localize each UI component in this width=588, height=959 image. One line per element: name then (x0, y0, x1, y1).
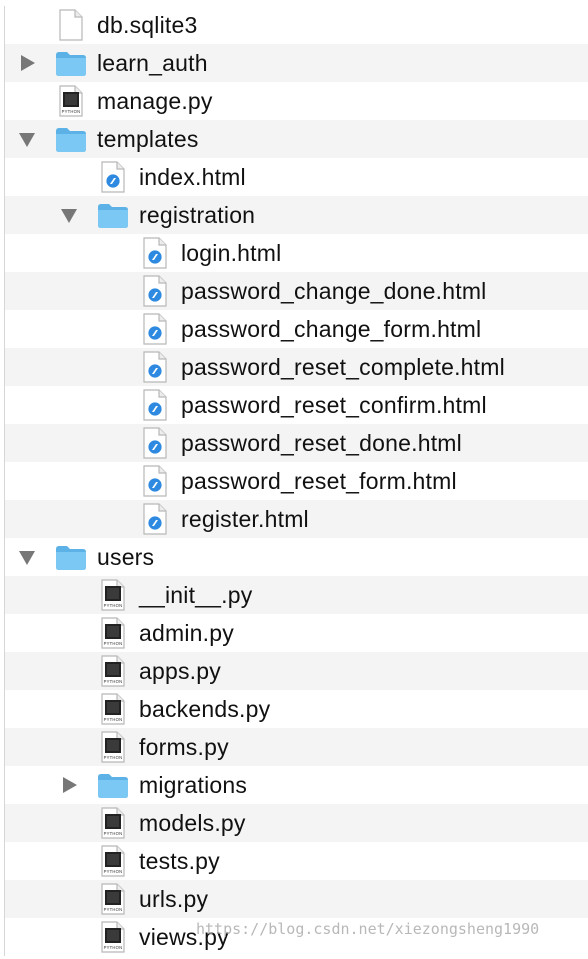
html-file-icon (142, 237, 168, 275)
folder-row[interactable]: learn_auth (5, 44, 588, 82)
file-label-models-py: models.py (139, 810, 246, 836)
html-file-icon (142, 427, 168, 465)
file-row[interactable]: PYTHON urls.py (5, 880, 588, 918)
file-row[interactable]: password_reset_done.html (5, 424, 588, 462)
folder-icon (55, 543, 87, 577)
disclosure-arrow-expanded-icon[interactable] (19, 551, 35, 565)
file-label-apps-py: apps.py (139, 658, 221, 684)
file-row[interactable]: password_reset_form.html (5, 462, 588, 500)
folder-label-registration: registration (139, 202, 256, 228)
html-file-icon (142, 313, 168, 351)
folder-row[interactable]: registration (5, 196, 588, 234)
file-row[interactable]: PYTHON tests.py (5, 842, 588, 880)
file-row[interactable]: db.sqlite3 (5, 6, 588, 44)
file-row[interactable]: PYTHON models.py (5, 804, 588, 842)
file-label-admin-py: admin.py (139, 620, 234, 646)
file-row[interactable]: PYTHON backends.py (5, 690, 588, 728)
disclosure-arrow-collapsed-icon[interactable] (21, 55, 35, 71)
file-label-manage-py: manage.py (97, 88, 213, 114)
folder-icon (55, 125, 87, 159)
python-file-icon: PYTHON (100, 731, 126, 769)
folder-label-users: users (97, 544, 155, 570)
svg-text:PYTHON: PYTHON (104, 755, 123, 760)
file-row[interactable]: PYTHON forms.py (5, 728, 588, 766)
file-row[interactable]: index.html (5, 158, 588, 196)
disclosure-arrow-collapsed-icon[interactable] (63, 777, 77, 793)
file-row[interactable]: password_change_form.html (5, 310, 588, 348)
svg-text:PYTHON: PYTHON (104, 641, 123, 646)
file-label-password-reset-confirm-html: password_reset_confirm.html (181, 392, 487, 418)
python-file-icon: PYTHON (100, 921, 126, 959)
folder-label-learn-auth: learn_auth (97, 50, 208, 76)
file-label-init-py: __init__.py (139, 582, 253, 608)
svg-text:PYTHON: PYTHON (104, 869, 123, 874)
folder-icon (97, 771, 129, 805)
python-file-icon: PYTHON (58, 85, 84, 123)
file-label-login-html: login.html (181, 240, 282, 266)
html-file-icon (100, 161, 126, 199)
svg-text:PYTHON: PYTHON (62, 109, 81, 114)
svg-text:PYTHON: PYTHON (104, 907, 123, 912)
file-row[interactable]: PYTHON __init__.py (5, 576, 588, 614)
folder-row[interactable]: migrations (5, 766, 588, 804)
python-file-icon: PYTHON (100, 845, 126, 883)
python-file-icon: PYTHON (100, 807, 126, 845)
file-label-password-reset-complete-html: password_reset_complete.html (181, 354, 505, 380)
svg-text:PYTHON: PYTHON (104, 679, 123, 684)
folder-row[interactable]: users (5, 538, 588, 576)
folder-icon (97, 201, 129, 235)
file-row[interactable]: password_reset_complete.html (5, 348, 588, 386)
file-label-views-py: views.py (139, 924, 229, 950)
file-label-urls-py: urls.py (139, 886, 209, 912)
html-file-icon (142, 351, 168, 389)
html-file-icon (142, 465, 168, 503)
file-row[interactable]: PYTHON manage.py (5, 82, 588, 120)
blank-file-icon (58, 9, 84, 47)
svg-text:PYTHON: PYTHON (104, 717, 123, 722)
svg-text:PYTHON: PYTHON (104, 945, 123, 950)
python-file-icon: PYTHON (100, 693, 126, 731)
html-file-icon (142, 275, 168, 313)
html-file-icon (142, 503, 168, 541)
file-label-password-change-done-html: password_change_done.html (181, 278, 487, 304)
file-label-password-reset-form-html: password_reset_form.html (181, 468, 457, 494)
python-file-icon: PYTHON (100, 579, 126, 617)
file-label-password-reset-done-html: password_reset_done.html (181, 430, 462, 456)
file-row[interactable]: register.html (5, 500, 588, 538)
file-row[interactable]: PYTHON views.py (5, 918, 588, 956)
disclosure-arrow-expanded-icon[interactable] (19, 133, 35, 147)
python-file-icon: PYTHON (100, 617, 126, 655)
disclosure-arrow-expanded-icon[interactable] (61, 209, 77, 223)
file-label-backends-py: backends.py (139, 696, 271, 722)
folder-label-migrations: migrations (139, 772, 248, 798)
python-file-icon: PYTHON (100, 883, 126, 921)
svg-text:PYTHON: PYTHON (104, 831, 123, 836)
file-row[interactable]: password_reset_confirm.html (5, 386, 588, 424)
python-file-icon: PYTHON (100, 655, 126, 693)
file-row[interactable]: login.html (5, 234, 588, 272)
file-row[interactable]: PYTHON admin.py (5, 614, 588, 652)
file-label-db-sqlite3: db.sqlite3 (97, 12, 198, 38)
folder-label-templates: templates (97, 126, 199, 152)
folder-row[interactable]: templates (5, 120, 588, 158)
file-tree: db.sqlite3 learn_auth PYTHON manage.py t… (4, 6, 588, 956)
file-row[interactable]: password_change_done.html (5, 272, 588, 310)
svg-text:PYTHON: PYTHON (104, 603, 123, 608)
file-label-forms-py: forms.py (139, 734, 229, 760)
file-row[interactable]: PYTHON apps.py (5, 652, 588, 690)
file-label-password-change-form-html: password_change_form.html (181, 316, 482, 342)
file-label-tests-py: tests.py (139, 848, 220, 874)
folder-icon (55, 49, 87, 83)
file-label-index-html: index.html (139, 164, 246, 190)
html-file-icon (142, 389, 168, 427)
file-label-register-html: register.html (181, 506, 309, 532)
